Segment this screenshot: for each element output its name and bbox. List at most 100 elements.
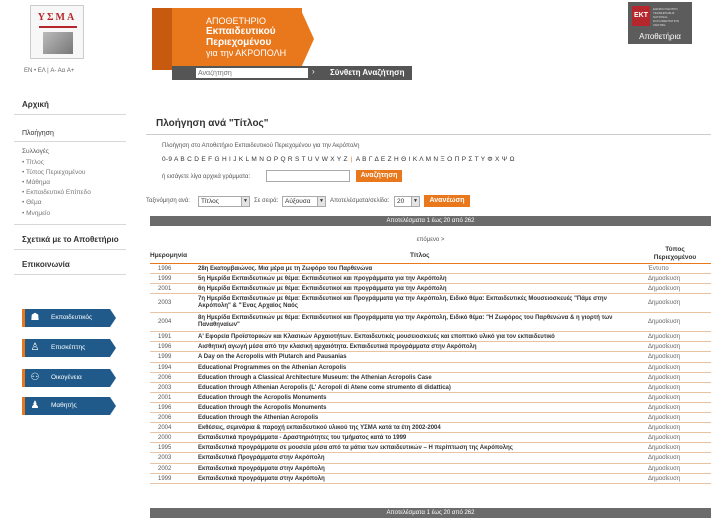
row-title-link[interactable]: 5η Ημερίδα Εκπαιδευτικών με θέμα: Εκπαιδ… <box>198 276 628 283</box>
row-title-link[interactable]: 28η Εκατομβαιώνος. Μια μέρα με τη Ζωφόρο… <box>198 266 628 273</box>
row-content-type: Δημοσίευση <box>648 465 681 472</box>
row-date: 1999 <box>158 475 172 482</box>
column-header-type-line1: Τύπος <box>665 246 685 253</box>
latin-letter-links[interactable]: 0-9 A B C D E F G H I J K L M N O P Q R … <box>162 156 348 163</box>
row-date: 2002 <box>158 465 172 472</box>
language-and-font-size-bar[interactable]: EN • ΕΛ | A- Aα A+ <box>24 68 74 74</box>
banner-line-3: Περιεχομένου <box>206 37 272 48</box>
row-title-link[interactable]: Εκπαιδευτικά Προγράμματα στην Ακρόπολη <box>198 455 628 462</box>
starts-with-input[interactable] <box>266 170 350 182</box>
collection-link-title[interactable]: • Τίτλος <box>14 157 126 167</box>
row-title-link[interactable]: Education through the Acropolis Monument… <box>198 395 628 402</box>
audience-teacher-button[interactable]: ☗ Εκπαιδευτικός <box>22 309 116 327</box>
collection-link-subject[interactable]: • Μάθημα <box>14 177 126 187</box>
table-row: 1995 Εκπαιδευτικά προγράμματα σε μουσεία … <box>150 443 711 454</box>
sidebar-item-home[interactable]: Αρχική <box>14 94 126 115</box>
column-header-type[interactable]: Τύπος Περιεχομένου <box>640 246 710 262</box>
row-title-link[interactable]: Α' Εφορεία Προϊστορικών και Κλασικών Αρχ… <box>198 334 628 341</box>
starts-with-label: ή εισάγετε λίγα αρχικά γράμματα: <box>162 174 251 180</box>
ekt-mark: ΕΚΤ <box>632 6 650 26</box>
sidebar-item-contact[interactable]: Επικοινωνία <box>14 254 126 276</box>
ysma-logo[interactable]: ΥΣΜΑ <box>30 5 84 59</box>
row-title-link[interactable]: Education through the Athenian Acropolis <box>198 415 628 422</box>
row-title-link[interactable]: Εκπαιδευτικά προγράμματα σε μουσεία μέσα… <box>198 445 628 452</box>
collection-link-content-type[interactable]: • Τύπος Περιεχομένου <box>14 167 126 177</box>
row-date: 2004 <box>158 319 172 326</box>
refresh-button[interactable]: Ανανέωση <box>424 195 470 207</box>
row-title-link[interactable]: Εκπαιδευτικά προγράμματα στην Ακρόπολη <box>198 466 628 473</box>
collection-link-monument[interactable]: • Μνημείο <box>14 208 126 218</box>
row-title-link[interactable]: Education through a Classical Architectu… <box>198 375 628 382</box>
row-title-link[interactable]: Education through the Acropolis Monument… <box>198 405 628 412</box>
sort-by-label: Ταξινόμηση ανά: <box>146 198 190 204</box>
next-page-link[interactable]: επόμενο > <box>150 237 711 243</box>
row-date: 1996 <box>158 344 172 351</box>
greek-letter-links[interactable]: Α Β Γ Δ Ε Ζ Η Θ Ι Κ Λ Μ Ν Ξ Ο Π Ρ Σ Τ Υ … <box>356 156 515 163</box>
logo-picture <box>43 32 73 54</box>
audience-label: Μαθητής <box>51 402 77 409</box>
table-row: 2006 Education through a Classical Archit… <box>150 373 711 383</box>
advanced-search-link[interactable]: Σύνθετη Αναζήτηση <box>330 68 404 77</box>
chevron-down-icon: ▼ <box>241 197 249 206</box>
search-button[interactable]: Αναζήτηση <box>356 170 402 182</box>
title-divider <box>146 134 711 135</box>
collection-link-edu-level[interactable]: • Εκπαιδευτικό Επίπεδο <box>14 188 126 198</box>
banner-line-4: για την ΑΚΡΟΠΟΛΗ <box>206 48 287 58</box>
results-table: 1996 28η Εκατομβαιώνος. Μια μέρα με τη Ζω… <box>150 264 711 484</box>
row-title-link[interactable]: 8η Ημερίδα Εκπαιδευτικών με θέμα: Εκπαιδ… <box>198 315 628 329</box>
search-submit-icon[interactable]: › <box>312 67 315 76</box>
row-title-link[interactable]: Εκπαιδευτικά προγράμματα στην Ακρόπολη <box>198 476 628 483</box>
logo-text: ΥΣΜΑ <box>37 12 77 23</box>
row-content-type: Δημοσίευση <box>648 334 681 341</box>
table-row: 1999 A Day on the Acropolis with Plutarch… <box>150 352 711 363</box>
table-row: 2003 Εκπαιδευτικά Προγράμματα στην Ακρόπο… <box>150 453 711 464</box>
banner-arrow <box>300 8 314 70</box>
per-page-select[interactable]: 20 ▼ <box>394 196 420 207</box>
row-content-type: Δημοσίευση <box>648 374 681 381</box>
row-date: 2006 <box>158 415 172 422</box>
row-date: 2003 <box>158 384 172 391</box>
order-label: Σε σειρά: <box>254 198 279 204</box>
sidebar-item-about[interactable]: Σχετικά με το Αποθετήριο <box>14 229 126 251</box>
row-date: 2003 <box>158 300 172 307</box>
collections-group: Συλλογές • Τίτλος • Τύπος Περιεχομένου •… <box>14 142 126 226</box>
audience-family-button[interactable]: ⚇ Οικογένεια <box>22 369 116 387</box>
table-row: 1996 Education through the Acropolis Monu… <box>150 403 711 414</box>
order-select[interactable]: Αύξουσα ▼ <box>282 196 326 207</box>
row-title-link[interactable]: A Day on the Acropolis with Plutarch and… <box>198 354 628 361</box>
row-content-type: Δημοσίευση <box>648 475 681 482</box>
sort-by-select[interactable]: Τίτλος ▼ <box>198 196 250 207</box>
row-title-link[interactable]: 6η Ημερίδα Εκπαιδευτικών με θέμα: Εκπαιδ… <box>198 286 628 293</box>
alphabet-separator: | <box>350 156 353 163</box>
sort-by-value: Τίτλος <box>201 198 219 205</box>
ekt-logo[interactable]: ΕΚΤ ΕΘΝΙΚΟ ΚΕΝΤΡΟ ΤΕΚΜΗΡΙΩΣΗΣ NATIONAL D… <box>628 2 692 44</box>
row-content-type: Δημοσίευση <box>648 364 681 371</box>
row-title-link[interactable]: Education through Athenian Acropolis (L'… <box>198 385 628 392</box>
table-row: 2004 Εκθέσεις, σεμινάρια & παροχή εκπαιδε… <box>150 423 711 434</box>
row-content-type: Δημοσίευση <box>648 344 681 351</box>
row-content-type: Δημοσίευση <box>648 276 681 283</box>
search-input[interactable] <box>196 68 308 78</box>
row-title-link[interactable]: 7η Ημερίδα Εκπαιδευτικών με θέμα: Εκπαιδ… <box>198 296 628 310</box>
row-date: 2001 <box>158 394 172 401</box>
row-content-type: Δημοσίευση <box>648 425 681 432</box>
column-header-date[interactable]: Ημερομηνία <box>150 252 187 259</box>
sidebar-item-browse[interactable]: Πλοήγηση <box>14 125 126 142</box>
row-title-link[interactable]: Εκθέσεις, σεμινάρια & παροχή εκπαιδευτικ… <box>198 425 628 432</box>
audience-student-button[interactable]: ♟ Μαθητής <box>22 397 116 415</box>
row-title-link[interactable]: Educational Programmes on the Athenian A… <box>198 365 628 372</box>
table-row: 2004 8η Ημερίδα Εκπαιδευτικών με θέμα: Εκ… <box>150 313 711 333</box>
column-header-title[interactable]: Τίτλος <box>410 252 430 259</box>
collection-link-topic[interactable]: • Θέμα <box>14 198 126 208</box>
results-count-top: Αποτελέσματα 1 έως 20 από 262 <box>150 216 711 226</box>
audience-visitor-button[interactable]: ♙ Επισκέπτης <box>22 339 116 357</box>
row-date: 1995 <box>158 445 172 452</box>
chevron-down-icon: ▼ <box>411 197 419 206</box>
row-date: 1991 <box>158 334 172 341</box>
table-row: 2003 Education through Athenian Acropolis… <box>150 383 711 393</box>
audience-label: Οικογένεια <box>51 374 82 381</box>
row-title-link[interactable]: Εκπαιδευτικά προγράμματα - Δραστηριότητε… <box>198 435 628 442</box>
row-content-type: Έντυπο <box>648 266 669 272</box>
row-title-link[interactable]: Αισθητική αγωγή μέσα από την κλασική αρχ… <box>198 344 628 351</box>
banner-line-1: ΑΠΟΘΕΤΗΡΙΟ <box>206 16 267 26</box>
